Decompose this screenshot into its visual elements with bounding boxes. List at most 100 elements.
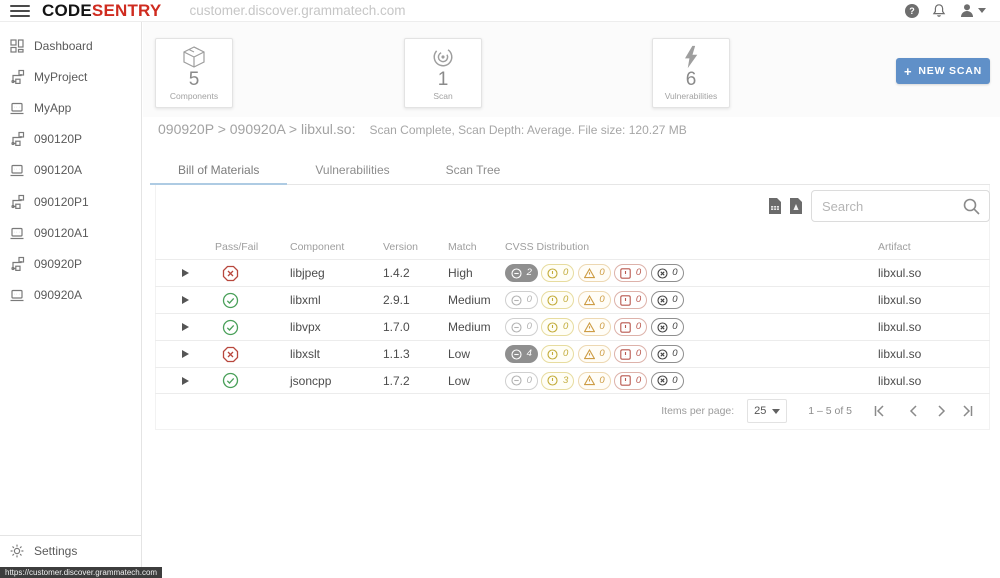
expand-row-icon[interactable] bbox=[182, 350, 189, 358]
summary-card: 1 Scan bbox=[404, 38, 482, 108]
fail-x-icon bbox=[222, 346, 239, 363]
expand-row-icon[interactable] bbox=[182, 376, 189, 385]
artifact-name: libxul.so bbox=[878, 347, 922, 361]
tab-label: Vulnerabilities bbox=[315, 163, 390, 177]
project-icon bbox=[9, 131, 25, 147]
match-level: Low bbox=[448, 373, 471, 388]
artifact-name: libxul.so bbox=[878, 293, 922, 307]
summary-strip bbox=[143, 22, 1000, 117]
cvss-critical-badge: 0 bbox=[650, 371, 684, 390]
table-row: jsoncpp 1.7.2 Low 0 3 0 0 0 libxul.so bbox=[155, 367, 990, 394]
cvss-critical-badge: 0 bbox=[650, 264, 684, 282]
sidebar-item[interactable]: 090120A bbox=[0, 155, 141, 186]
last-page-icon[interactable] bbox=[959, 402, 977, 420]
hamburger-menu-icon[interactable] bbox=[10, 4, 30, 17]
sidebar-item[interactable]: MyProject bbox=[0, 61, 141, 92]
summary-card-value: 1 bbox=[437, 69, 449, 90]
sidebar-item[interactable]: 090120A1 bbox=[0, 217, 141, 248]
cvss-none-badge: 0 bbox=[505, 291, 538, 309]
help-icon[interactable]: ? bbox=[905, 3, 919, 18]
items-per-page-select[interactable]: 25 bbox=[747, 399, 788, 423]
col-header-component: Component bbox=[290, 241, 345, 253]
col-header-match: Match bbox=[448, 241, 477, 253]
tab[interactable]: Vulnerabilities bbox=[287, 156, 417, 184]
cvss-distribution: 0 0 0 0 0 bbox=[492, 291, 687, 309]
scan-icon bbox=[430, 45, 456, 69]
sidebar-item-label: 090120P1 bbox=[34, 194, 89, 209]
user-account-icon[interactable] bbox=[959, 3, 986, 18]
previous-page-icon[interactable] bbox=[905, 402, 923, 420]
cvss-low-badge: 3 bbox=[541, 371, 575, 390]
dashboard-icon bbox=[9, 38, 25, 54]
sidebar-item[interactable]: 090920A bbox=[0, 280, 141, 311]
summary-card-value: 5 bbox=[188, 69, 200, 90]
tab-bar: Bill of Materials Vulnerabilities Scan T… bbox=[150, 156, 990, 185]
component-version: 1.7.2 bbox=[383, 373, 410, 388]
top-bar: CODESENTRY customer.discover.grammatech.… bbox=[0, 0, 1000, 22]
summary-card-value: 6 bbox=[685, 69, 697, 90]
gear-icon bbox=[9, 543, 25, 559]
project-icon bbox=[9, 256, 25, 272]
sidebar-item-label: 090120A bbox=[34, 163, 83, 178]
plus-icon: + bbox=[904, 63, 913, 79]
sidebar-item[interactable]: MyApp bbox=[0, 92, 141, 123]
expand-row-icon[interactable] bbox=[182, 323, 189, 331]
cvss-medium-badge: 0 bbox=[577, 264, 611, 282]
search-box bbox=[811, 190, 990, 222]
notifications-bell-icon[interactable] bbox=[932, 3, 946, 18]
component-version: 1.4.2 bbox=[383, 266, 410, 280]
tab-label: Bill of Materials bbox=[178, 163, 260, 177]
cvss-high-badge: 0 bbox=[614, 264, 648, 282]
cvss-medium-badge: 0 bbox=[577, 291, 611, 309]
cvss-critical-badge: 0 bbox=[650, 318, 684, 336]
app-icon bbox=[9, 287, 25, 303]
new-scan-button[interactable]: + NEW SCAN bbox=[896, 58, 990, 84]
export-pdf-icon[interactable] bbox=[789, 198, 803, 214]
tab[interactable]: Scan Tree bbox=[418, 156, 529, 184]
summary-card: 5 Components bbox=[155, 38, 233, 108]
components-table: Pass/Fail Component Version Match CVSS D… bbox=[155, 235, 990, 394]
search-icon[interactable] bbox=[962, 197, 981, 216]
cvss-distribution: 0 0 0 0 0 bbox=[492, 318, 687, 336]
app-logo: CODESENTRY bbox=[42, 0, 162, 20]
expand-row-icon[interactable] bbox=[182, 269, 189, 277]
sidebar-item-label: 090920A bbox=[34, 288, 83, 303]
export-report-icon[interactable] bbox=[768, 198, 782, 214]
tab[interactable]: Bill of Materials bbox=[150, 156, 288, 185]
app-icon bbox=[9, 100, 25, 116]
summary-card-label: Scan bbox=[433, 91, 453, 101]
cvss-medium-badge: 0 bbox=[577, 318, 611, 336]
first-page-icon[interactable] bbox=[870, 402, 888, 420]
expand-row-icon[interactable] bbox=[182, 296, 189, 304]
pass-check-icon bbox=[222, 292, 239, 309]
sidebar-item[interactable]: 090120P bbox=[0, 124, 141, 155]
cvss-high-badge: 0 bbox=[614, 291, 648, 309]
sidebar-item[interactable]: 090120P1 bbox=[0, 186, 141, 217]
next-page-icon[interactable] bbox=[932, 402, 950, 420]
sidebar-item-label: MyApp bbox=[34, 100, 72, 115]
match-level: Low bbox=[448, 347, 471, 361]
component-version: 1.1.3 bbox=[383, 347, 410, 361]
sidebar-item[interactable]: Dashboard bbox=[0, 30, 141, 61]
summary-card: 6 Vulnerabilities bbox=[652, 38, 730, 108]
fail-x-icon bbox=[222, 265, 239, 282]
cvss-medium-badge: 0 bbox=[577, 371, 611, 390]
cvss-low-badge: 0 bbox=[541, 264, 575, 282]
table-row: libvpx 1.7.0 Medium 0 0 0 0 0 libxul.so bbox=[155, 313, 990, 340]
breadcrumb-path: 090920P > 090920A > libxul.so: bbox=[158, 121, 356, 137]
pagination: Items per page: 25 1 – 5 of 5 bbox=[661, 398, 977, 424]
search-input[interactable] bbox=[812, 198, 962, 214]
cvss-none-badge: 0 bbox=[505, 318, 538, 336]
col-header-cvss: CVSS Distribution bbox=[505, 241, 590, 253]
sidebar-item-settings[interactable]: Settings bbox=[0, 535, 141, 565]
summary-card-label: Components bbox=[169, 91, 219, 101]
tenant-url: customer.discover.grammatech.com bbox=[189, 3, 406, 18]
cvss-high-badge: 0 bbox=[614, 371, 648, 390]
sidebar-item-label: 090120P bbox=[34, 132, 83, 147]
tab-label: Scan Tree bbox=[445, 163, 501, 177]
artifact-name: libxul.so bbox=[878, 320, 922, 334]
sidebar-item[interactable]: 090920P bbox=[0, 248, 141, 279]
cvss-low-badge: 0 bbox=[541, 345, 575, 363]
app-icon bbox=[9, 225, 25, 241]
cvss-distribution: 2 0 0 0 0 bbox=[492, 264, 687, 282]
